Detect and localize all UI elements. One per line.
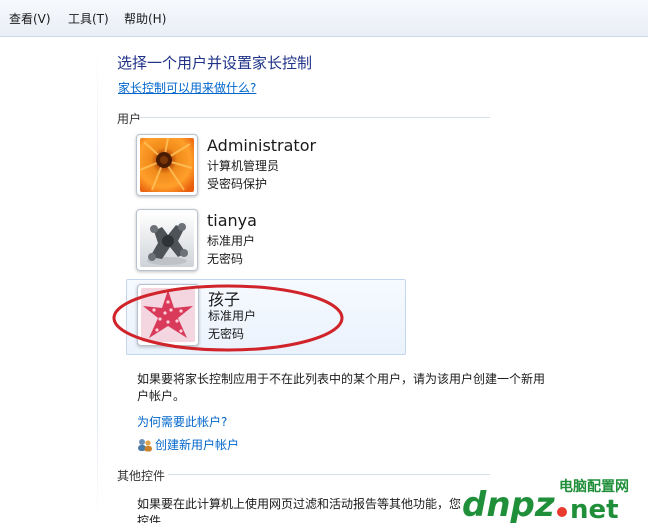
user-name: Administrator — [207, 136, 317, 155]
user-type: 计算机管理员 — [207, 159, 280, 173]
why-need-account-link[interactable]: 为何需要此帐户? — [137, 413, 227, 430]
create-user-account-link[interactable]: 创建新用户帐户 — [137, 436, 239, 453]
user-password-status: 受密码保护 — [207, 177, 268, 191]
menu-view[interactable]: 查看(V) — [9, 10, 51, 27]
users-icon — [138, 438, 152, 451]
section-divider — [168, 474, 490, 475]
user-type: 标准用户 — [207, 234, 256, 248]
user-card-tianya[interactable]: tianya 标准用户 无密码 — [126, 205, 406, 281]
menu-bar: 查看(V) 工具(T) 帮助(H) — [0, 0, 648, 37]
chess-knight-avatar — [136, 209, 198, 271]
left-task-pane — [0, 38, 98, 523]
svg-text:net: net — [570, 495, 619, 523]
other-controls-section-label: 其他控件 — [117, 469, 166, 483]
red-circle-annotation — [112, 284, 344, 352]
menu-help[interactable]: 帮助(H) — [124, 10, 166, 27]
other-controls-text-line2: 控件 — [137, 514, 162, 523]
parental-controls-help-link[interactable]: 家长控制可以用来做什么? — [118, 79, 256, 96]
users-section-label: 用户 — [117, 112, 142, 126]
user-password-status: 无密码 — [207, 252, 244, 266]
user-card-administrator[interactable]: Administrator 计算机管理员 受密码保护 — [126, 130, 406, 206]
create-account-info-text: 如果要将家长控制应用于不在此列表中的某个用户，请为该用户创建一个新用户帐户。 — [137, 372, 546, 403]
other-controls-text: 如果要在此计算机上使用网页过滤和活动报告等其他功能，您 控件 — [137, 496, 461, 523]
create-user-account-label: 创建新用户帐户 — [155, 438, 240, 452]
site-watermark-logo: 电脑配置网 dnpz net — [462, 477, 640, 523]
other-controls-text-line1: 如果要在此计算机上使用网页过滤和活动报告等其他功能，您 — [137, 497, 462, 511]
section-divider — [140, 117, 490, 118]
pane-divider — [97, 38, 98, 523]
svg-text:dnpz: dnpz — [462, 485, 555, 523]
page-title: 选择一个用户并设置家长控制 — [117, 54, 313, 72]
menu-tools[interactable]: 工具(T) — [68, 10, 109, 27]
orange-flower-avatar — [136, 134, 198, 196]
user-name: tianya — [207, 211, 257, 230]
svg-text:电脑配置网: 电脑配置网 — [559, 478, 629, 495]
